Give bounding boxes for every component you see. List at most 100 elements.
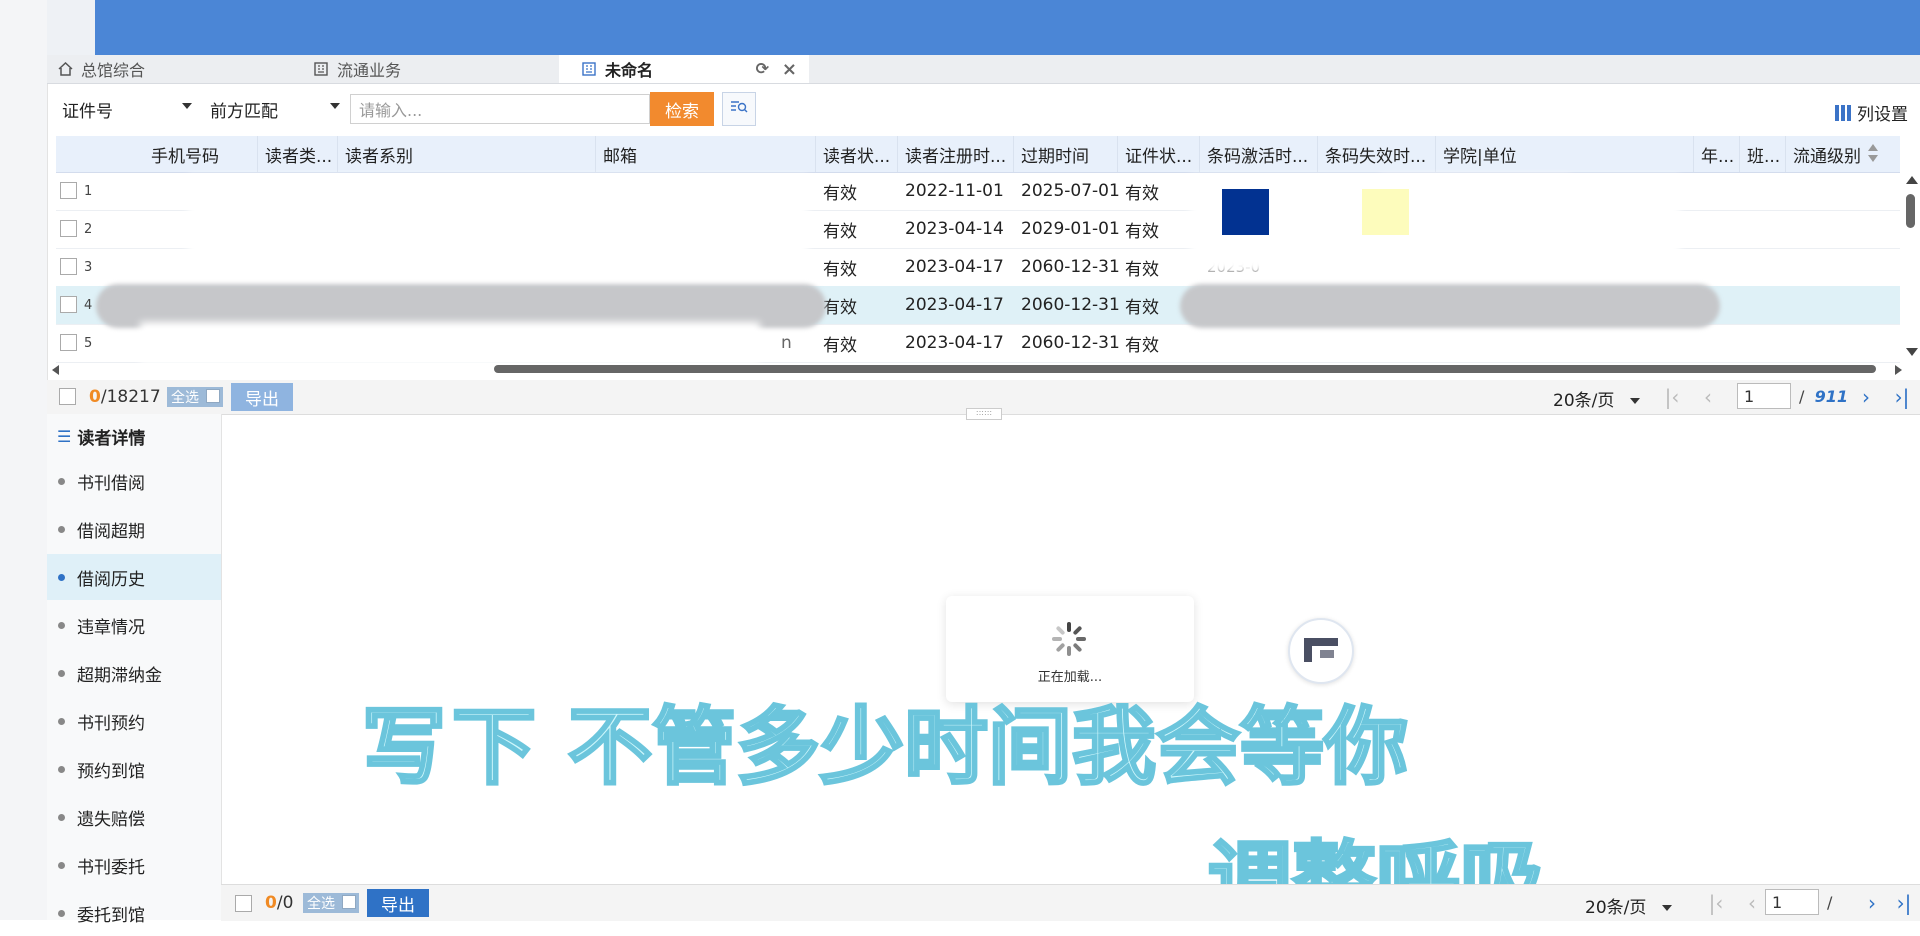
sidebar-item-label: 书刊预约 — [77, 713, 145, 734]
tab-bar: 总馆综合 流通业务 × 未命名 ⟳ × — [47, 55, 1920, 84]
row-checkbox[interactable] — [60, 182, 77, 199]
reader-status-cell: 有效 — [823, 221, 857, 242]
spinner-icon — [1052, 622, 1086, 656]
expire-date-cell: 2025-07-01 — [1021, 181, 1120, 201]
columns-icon — [1835, 104, 1851, 121]
refresh-icon[interactable]: ⟳ — [756, 59, 769, 78]
page-input[interactable]: 1 — [1765, 889, 1819, 915]
row-number: 4 — [84, 297, 93, 313]
select-page-checkbox[interactable] — [59, 388, 76, 405]
column-header[interactable]: 读者状... — [816, 136, 898, 172]
sidebar-item-book-entrust[interactable]: 书刊委托 — [47, 842, 221, 888]
row-number: 1 — [84, 183, 93, 199]
expire-date-cell: 2060-12-31 — [1021, 295, 1120, 315]
column-settings-label: 列设置 — [1857, 105, 1908, 125]
prev-page-button[interactable]: ‹ — [1693, 383, 1723, 411]
close-icon[interactable]: × — [782, 59, 797, 80]
sidebar-item-lost-compensation[interactable]: 遗失赔偿 — [47, 794, 221, 840]
scroll-up-icon[interactable] — [1906, 176, 1918, 184]
scroll-thumb[interactable] — [494, 365, 1876, 373]
horizontal-scrollbar[interactable] — [50, 362, 1902, 378]
sort-icon[interactable] — [1868, 144, 1878, 164]
total-count: /0 — [276, 893, 294, 913]
page-size-select[interactable]: 20条/页 — [1553, 386, 1641, 411]
prev-page-button[interactable]: ‹ — [1737, 889, 1767, 917]
last-page-button[interactable]: ›| — [1887, 383, 1917, 411]
bullet-icon — [58, 477, 65, 485]
sidebar-item-reservations[interactable]: 书刊预约 — [47, 698, 221, 744]
sidebar-item-violations[interactable]: 违章情况 — [47, 602, 221, 648]
column-header[interactable]: 学院|单位 — [1436, 136, 1694, 172]
card-status-cell: 有效 — [1125, 297, 1159, 318]
advanced-search-button[interactable] — [722, 92, 756, 126]
next-page-button[interactable]: › — [1857, 889, 1887, 917]
column-settings-button[interactable]: 列设置 — [1835, 100, 1908, 125]
vertical-scrollbar[interactable] — [1902, 172, 1920, 360]
export-button[interactable]: 导出 — [367, 889, 429, 917]
search-button[interactable]: 检索 — [650, 92, 714, 126]
search-placeholder: 请输入... — [359, 101, 423, 120]
floating-assistant-button[interactable] — [1288, 618, 1354, 684]
column-header[interactable]: 证件状... — [1118, 136, 1200, 172]
column-header[interactable]: 条码失效时... — [1318, 136, 1436, 172]
scroll-left-icon[interactable] — [52, 365, 59, 375]
reader-status-cell: 有效 — [823, 183, 857, 204]
sidebar-item-borrow-history[interactable]: 借阅历史 — [47, 554, 221, 600]
row-checkbox[interactable] — [60, 334, 77, 351]
scroll-right-icon[interactable] — [1895, 365, 1902, 375]
column-header[interactable]: 邮箱 — [596, 136, 816, 172]
email-cell: n — [781, 333, 792, 353]
scroll-thumb[interactable] — [1906, 194, 1915, 228]
column-header-label: 流通级别 — [1793, 146, 1861, 167]
column-header[interactable]: 读者注册时... — [898, 136, 1014, 172]
sidebar-item-late-fees[interactable]: 超期滞纳金 — [47, 650, 221, 696]
card-status-cell: 有效 — [1125, 183, 1159, 204]
search-input[interactable]: 请输入... — [350, 94, 650, 124]
page-input[interactable]: 1 — [1737, 383, 1791, 409]
bullet-icon — [58, 813, 65, 821]
next-page-button[interactable]: › — [1851, 383, 1881, 411]
panel-splitter-handle[interactable]: :::::: — [966, 408, 1002, 420]
first-page-button[interactable]: |‹ — [1657, 383, 1687, 411]
sidebar-item-overdue[interactable]: 借阅超期 — [47, 506, 221, 552]
column-header[interactable]: 读者系别 — [338, 136, 596, 172]
select-all-toggle[interactable]: 全选 — [303, 893, 359, 913]
list-icon: ☰ — [57, 427, 72, 446]
page-size-select[interactable]: 20条/页 — [1585, 893, 1673, 918]
column-header[interactable]: 条码激活时... — [1200, 136, 1318, 172]
bullet-icon — [58, 765, 65, 773]
banner-notch — [47, 0, 95, 60]
page-separator: / — [1827, 893, 1833, 912]
column-header[interactable]: 年... — [1694, 136, 1740, 172]
sidebar-item-entrust-arrived[interactable]: 委托到馆 — [47, 890, 221, 936]
first-page-button[interactable]: |‹ — [1701, 889, 1731, 917]
sidebar-item-label: 委托到馆 — [77, 905, 145, 926]
scroll-down-icon[interactable] — [1906, 348, 1918, 356]
column-header[interactable]: 手机号码 — [144, 136, 258, 172]
row-checkbox[interactable] — [60, 258, 77, 275]
tab-overview[interactable]: 总馆综合 — [57, 55, 307, 83]
select-all-toggle[interactable]: 全选 — [167, 387, 223, 407]
last-page-button[interactable]: ›| — [1889, 889, 1919, 917]
column-header[interactable]: 读者类... — [258, 136, 338, 172]
column-header[interactable]: 流通级别 — [1786, 136, 1886, 172]
column-header[interactable]: 过期时间 — [1014, 136, 1118, 172]
sidebar-item-reservation-arrived[interactable]: 预约到馆 — [47, 746, 221, 792]
expire-date-cell: 2060-12-31 — [1021, 257, 1120, 277]
selected-count: 0 — [265, 893, 277, 913]
export-button[interactable]: 导出 — [231, 383, 293, 411]
page-total: / — [1827, 893, 1832, 912]
bullet-icon — [58, 621, 65, 629]
color-swatch-blue — [1222, 189, 1269, 235]
select-page-checkbox[interactable] — [235, 895, 252, 912]
match-mode-select[interactable]: 前方匹配 — [204, 93, 344, 125]
tab-circulation[interactable]: 流通业务 × — [313, 55, 593, 83]
sidebar-item-book-borrow[interactable]: 书刊借阅 — [47, 458, 221, 504]
row-checkbox[interactable] — [60, 220, 77, 237]
color-swatch-yellow — [1362, 189, 1409, 235]
row-checkbox[interactable] — [60, 296, 77, 313]
tab-untitled[interactable]: 未命名 ⟳ × — [559, 55, 809, 83]
search-field-select[interactable]: 证件号 — [56, 93, 196, 125]
column-header[interactable]: 班... — [1740, 136, 1786, 172]
selection-count: 0/18217 — [89, 387, 161, 407]
